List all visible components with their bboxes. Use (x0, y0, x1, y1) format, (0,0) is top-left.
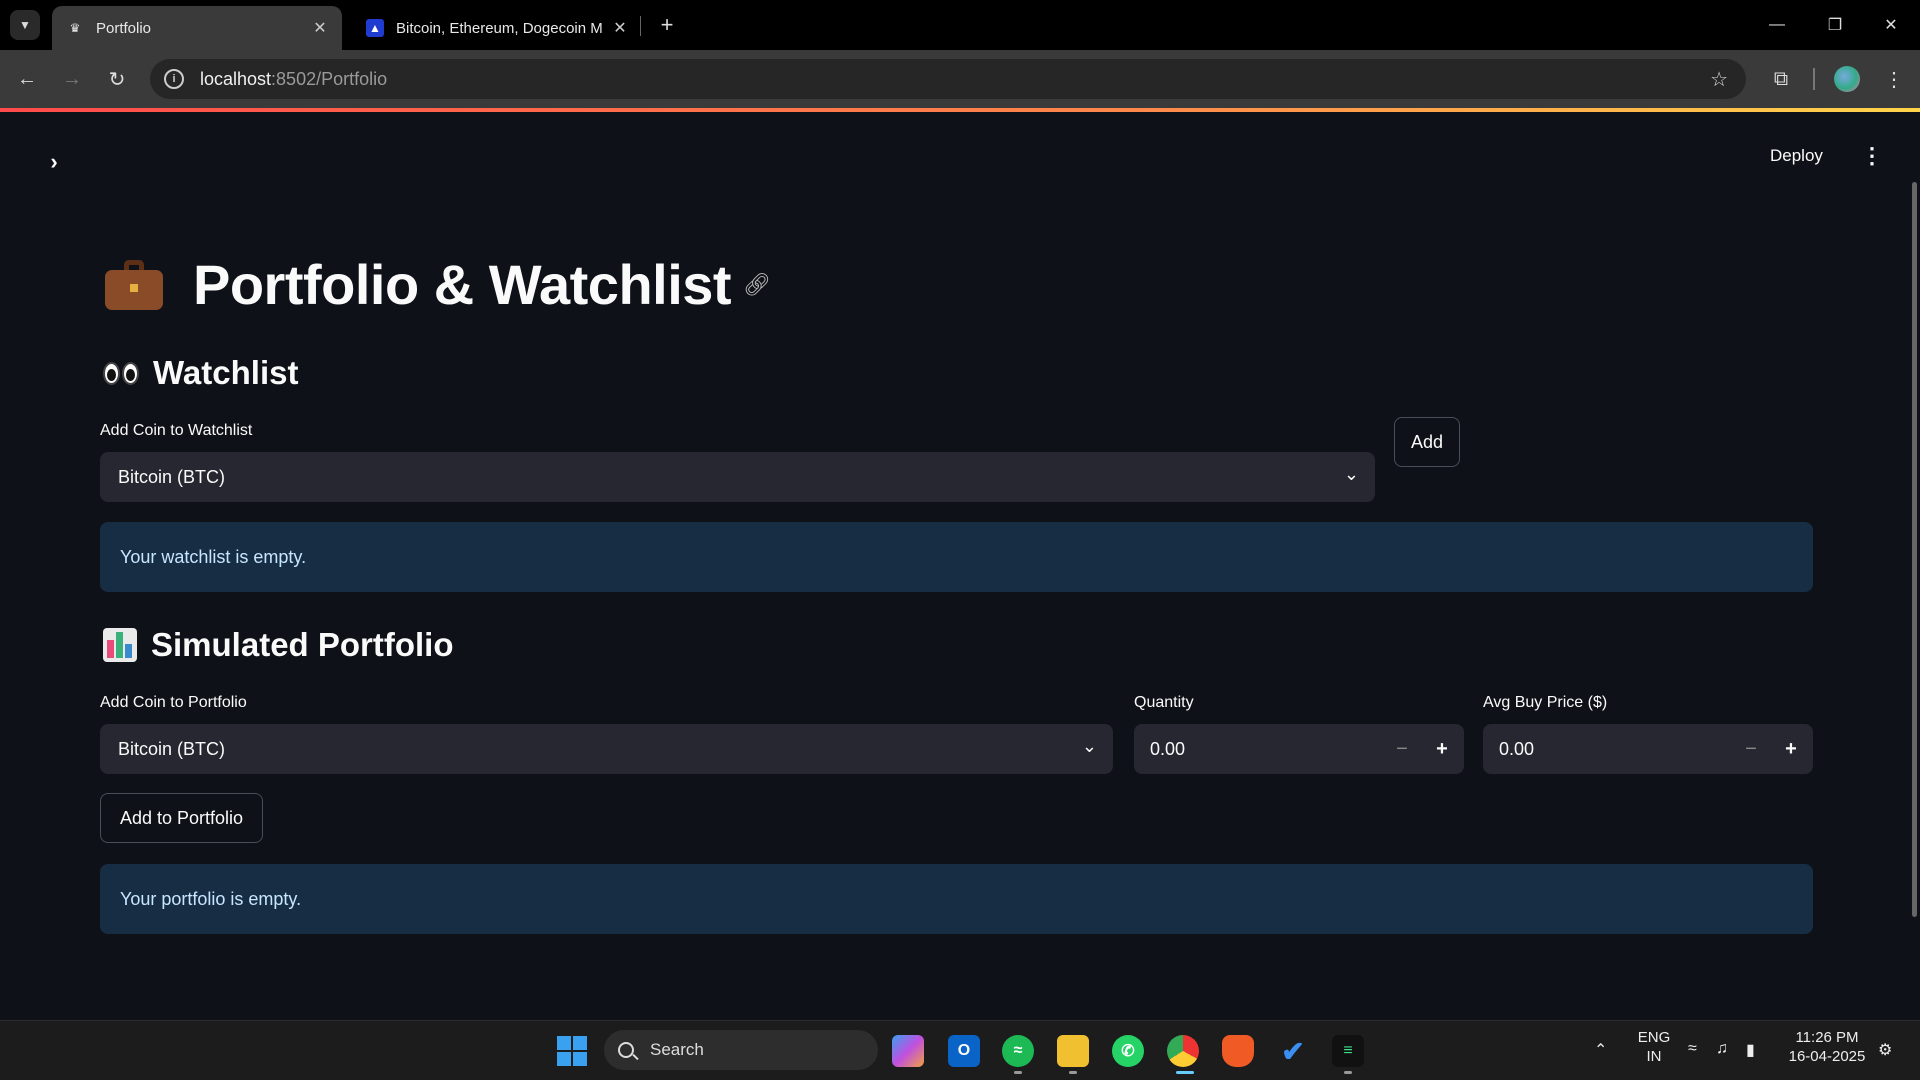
avg-price-decrement-button[interactable]: − (1731, 724, 1771, 774)
avg-price-input[interactable]: 0.00 − + (1483, 724, 1813, 774)
reload-icon: ↻ (108, 68, 126, 91)
toolbar-divider (1813, 68, 1815, 90)
eyes-icon (103, 361, 141, 385)
outlook-icon[interactable]: O (948, 1035, 980, 1067)
chevron-up-icon[interactable]: ⌃ (1594, 1040, 1607, 1060)
windows-start-icon[interactable] (557, 1036, 587, 1066)
file-explorer-icon[interactable] (1057, 1035, 1089, 1067)
chevron-down-icon: ⌄ (1081, 736, 1097, 756)
wifi-icon[interactable]: ≈ (1688, 1040, 1697, 1058)
deploy-button[interactable]: Deploy (1770, 140, 1823, 172)
battery-icon[interactable]: ▮ (1746, 1040, 1755, 1060)
tab-title: Portfolio (96, 19, 152, 37)
portfolio-heading: Simulated Portfolio (103, 626, 454, 664)
bookmark-star-icon[interactable]: ☆ (1710, 67, 1728, 92)
page-title: Portfolio & Watchlist 🔗︎ (105, 252, 771, 317)
todo-check-icon[interactable]: ✔ (1277, 1035, 1309, 1067)
avg-price-value: 0.00 (1499, 738, 1535, 759)
portfolio-heading-text: Simulated Portfolio (151, 626, 454, 663)
scrollbar[interactable] (1912, 182, 1917, 917)
browser-menu-icon[interactable]: ⋮ (1879, 64, 1909, 94)
main-menu-icon[interactable]: ⋮ (1860, 140, 1884, 172)
avg-price-label: Avg Buy Price ($) (1483, 694, 1608, 711)
tab-crypto-markets[interactable]: ▲ Bitcoin, Ethereum, Dogecoin M ✕ (352, 6, 642, 50)
notification-icon[interactable]: ⚙ (1878, 1040, 1892, 1060)
watchlist-empty-alert: Your watchlist is empty. (100, 522, 1813, 592)
back-button[interactable]: ← (12, 64, 42, 94)
clock-date: 16-04-2025 (1788, 1048, 1866, 1065)
watchlist-selected-coin: Bitcoin (BTC) (118, 466, 226, 487)
chevron-right-icon: › (50, 149, 58, 174)
briefcase-icon (105, 259, 163, 310)
restore-button[interactable]: ❐ (1806, 0, 1864, 50)
tab-search-button[interactable]: ▼ (10, 10, 40, 40)
language-code: ENG (1637, 1029, 1671, 1046)
avg-price-increment-button[interactable]: + (1771, 724, 1811, 774)
taskbar-search-label: Search (650, 1040, 704, 1059)
reload-button[interactable]: ↻ (102, 64, 132, 94)
search-icon (618, 1042, 634, 1058)
extensions-icon[interactable]: ⧉ (1766, 64, 1796, 94)
active-app-indicator (1176, 1071, 1194, 1074)
quantity-label: Quantity (1134, 694, 1194, 711)
running-indicator (1014, 1071, 1022, 1074)
chevron-down-icon: ▼ (19, 18, 31, 32)
portfolio-selected-coin: Bitcoin (BTC) (118, 738, 226, 759)
arrow-left-icon: ← (17, 67, 37, 90)
coin-icon: ▲ (366, 19, 384, 37)
taskbar-search[interactable]: Search (604, 1030, 878, 1070)
close-window-button[interactable]: ✕ (1862, 0, 1920, 50)
volume-icon[interactable]: ♫ (1716, 1040, 1728, 1058)
running-indicator (1344, 1071, 1352, 1074)
quantity-input[interactable]: 0.00 − + (1134, 724, 1464, 774)
watchlist-heading: Watchlist (103, 354, 298, 392)
portfolio-empty-alert: Your portfolio is empty. (100, 864, 1813, 934)
region-code: IN (1646, 1048, 1662, 1065)
url-path: :8502/Portfolio (271, 68, 388, 89)
minimize-button[interactable]: — (1748, 0, 1806, 50)
language-indicator[interactable]: ENG IN (1632, 1028, 1676, 1066)
clock-time: 11:26 PM (1795, 1029, 1859, 1046)
page-title-text: Portfolio & Watchlist (193, 253, 732, 316)
crown-icon: ♛ (69, 21, 81, 35)
watchlist-select-label: Add Coin to Watchlist (100, 422, 253, 439)
watchlist-coin-select[interactable]: Bitcoin (BTC) ⌄ (100, 452, 1375, 502)
whatsapp-icon[interactable]: ✆ (1112, 1035, 1144, 1067)
arrow-right-icon: → (62, 67, 82, 90)
close-tab-icon[interactable]: ✕ (308, 18, 332, 38)
link-icon[interactable]: 🔗︎ (743, 272, 771, 298)
watchlist-heading-text: Watchlist (153, 354, 299, 391)
sidebar-expand-button[interactable]: › (40, 148, 68, 176)
running-indicator (1069, 1071, 1077, 1074)
app-main: › Deploy ⋮ Portfolio & Watchlist 🔗︎ Watc… (0, 112, 1920, 1020)
tab-portfolio[interactable]: ♛ Portfolio ✕ (52, 6, 342, 50)
quantity-value: 0.00 (1150, 738, 1186, 759)
tab-title: Bitcoin, Ethereum, Dogecoin M (396, 19, 603, 37)
url-host: localhost (200, 68, 272, 89)
new-tab-button[interactable]: + (652, 10, 682, 40)
chevron-down-icon: ⌄ (1343, 464, 1359, 484)
portfolio-coin-select[interactable]: Bitcoin (BTC) ⌄ (100, 724, 1113, 774)
add-watchlist-button[interactable]: Add (1394, 417, 1460, 467)
quantity-increment-button[interactable]: + (1422, 724, 1462, 774)
portfolio-select-label: Add Coin to Portfolio (100, 694, 247, 711)
forward-button[interactable]: → (57, 64, 87, 94)
add-to-portfolio-button[interactable]: Add to Portfolio (100, 793, 263, 843)
quantity-decrement-button[interactable]: − (1382, 724, 1422, 774)
spotify-icon[interactable]: ≈ (1002, 1035, 1034, 1067)
site-info-icon[interactable]: i (164, 69, 184, 89)
clock[interactable]: 11:26 PM 16-04-2025 (1782, 1028, 1872, 1066)
tab-divider (640, 16, 641, 36)
profile-avatar[interactable] (1834, 66, 1860, 92)
address-bar[interactable]: i localhost:8502/Portfolio ☆ (150, 59, 1746, 99)
brave-icon[interactable] (1222, 1035, 1254, 1067)
terminal-app-icon[interactable]: ≡ (1332, 1035, 1364, 1067)
close-tab-icon[interactable]: ✕ (608, 18, 632, 38)
copilot-icon[interactable] (892, 1035, 924, 1067)
chrome-icon[interactable] (1167, 1035, 1199, 1067)
plus-icon: + (660, 12, 674, 37)
bar-chart-icon (103, 628, 137, 662)
